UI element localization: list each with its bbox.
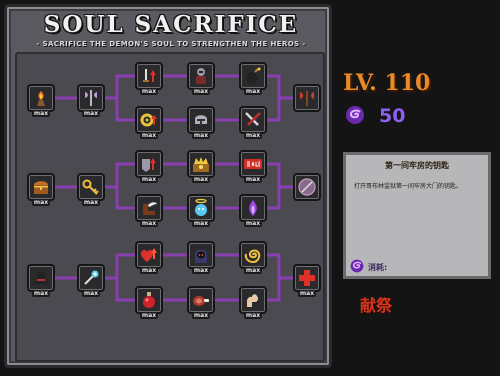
skill-node-armored-knight[interactable]: max: [187, 62, 215, 95]
skill-node-bomb[interactable]: max: [239, 62, 267, 95]
golden-key-icon: [82, 179, 99, 195]
node-badge: max: [139, 176, 159, 183]
node-badge: max: [191, 312, 211, 319]
soul-counter: 50: [343, 104, 463, 128]
node-badge: max: [139, 312, 159, 319]
skill-node-armor-up[interactable]: max: [135, 150, 163, 183]
node-badge: max: [139, 220, 159, 227]
skill-node-treasure-chest[interactable]: max: [27, 173, 55, 206]
armored-knight-icon: [196, 68, 206, 84]
sacrifice-button[interactable]: 献祭: [360, 292, 392, 316]
panel-subtitle: - SACRIFICE THE DEMON'S SOUL TO STRENGTH…: [36, 40, 306, 48]
purple-flame-icon: [249, 200, 257, 216]
skill-tree-area: max max max max max max max max max max …: [15, 52, 325, 362]
node-badge: max: [191, 267, 211, 274]
heart-up-icon: [141, 248, 157, 262]
skill-node-strong-arm[interactable]: max: [239, 286, 267, 319]
sword-up-icon: [143, 69, 156, 82]
gold-crown-icon: [193, 157, 209, 172]
skill-node-magic-wand[interactable]: max: [77, 264, 105, 297]
node-badge: max: [191, 176, 211, 183]
purple-soul-icon: [346, 106, 364, 124]
node-badge: max: [81, 290, 101, 297]
skill-node-helmet[interactable]: max: [187, 106, 215, 139]
skill-node-winged-boot[interactable]: max: [135, 194, 163, 227]
yellow-spiral-icon: [244, 249, 261, 264]
gear-up-icon: [140, 113, 157, 127]
double-axe-icon: [85, 90, 97, 106]
cost-label: 消耗:: [368, 263, 388, 272]
node-badge: max: [243, 312, 263, 319]
strong-arm-icon: [247, 294, 259, 307]
node-badge: max: [191, 88, 211, 95]
skill-node-golden-key[interactable]: max: [77, 173, 105, 206]
meat-icon: [193, 296, 209, 306]
purple-soul-icon: [350, 259, 364, 273]
skill-node-double-axe[interactable]: max: [77, 84, 105, 117]
skill-node-battle-axe[interactable]: [293, 84, 321, 112]
node-badge: max: [81, 199, 101, 206]
skill-node-yellow-spiral[interactable]: max: [239, 241, 267, 274]
bomb-icon: [246, 67, 261, 84]
node-badge: max: [139, 267, 159, 274]
treasure-chest-icon: [34, 181, 48, 194]
skill-node-gear-up[interactable]: max: [135, 106, 163, 139]
node-badge: max: [191, 132, 211, 139]
node-badge: max: [243, 88, 263, 95]
skill-links: [53, 74, 295, 302]
skill-node-round-shield[interactable]: [293, 173, 321, 201]
soul-count: 50: [379, 105, 406, 127]
skill-node-purple-flame[interactable]: max: [239, 194, 267, 227]
red-cross-icon: [299, 270, 315, 286]
skill-node-hooded-ghoul[interactable]: max: [187, 241, 215, 274]
skill-node-red-cross[interactable]: max: [293, 264, 321, 297]
item-description: 打开哥布林监狱第一间牢房大门的钥匙。: [354, 183, 463, 190]
player-level: LV. 110: [343, 70, 431, 96]
node-badge: max: [243, 220, 263, 227]
node-badge: max: [81, 110, 101, 117]
skill-node-gold-crown[interactable]: max: [187, 150, 215, 183]
skill-node-sale-sign[interactable]: max: [239, 150, 267, 183]
sale-sign-icon: [244, 159, 262, 169]
battle-axe-icon: [300, 91, 314, 106]
skill-node-angel-soul[interactable]: max: [187, 194, 215, 227]
skill-node-top-hat[interactable]: max: [27, 264, 55, 297]
skill-node-crossed-blades[interactable]: max: [239, 106, 267, 139]
skill-node-meat[interactable]: max: [187, 286, 215, 319]
item-title: 第一间牢房的钥匙: [385, 161, 449, 170]
red-potion-icon: [143, 292, 155, 308]
node-badge: max: [139, 88, 159, 95]
winged-boot-icon: [143, 202, 157, 215]
brazier-icon: [37, 91, 45, 106]
angel-soul-icon: [195, 198, 207, 216]
helmet-icon: [195, 115, 207, 125]
hooded-ghoul-icon: [195, 249, 207, 263]
node-badge: max: [297, 290, 317, 297]
node-badge: max: [191, 220, 211, 227]
crossed-blades-icon: [245, 112, 261, 126]
node-badge: max: [31, 110, 51, 117]
armor-up-icon: [142, 158, 156, 172]
soul-sacrifice-panel: SOUL SACRIFICE - SACRIFICE THE DEMON'S S…: [4, 4, 332, 368]
item-info-box: 第一间牢房的钥匙 打开哥布林监狱第一间牢房大门的钥匙。 消耗:: [343, 152, 491, 279]
skill-node-heart-up[interactable]: max: [135, 241, 163, 274]
node-badge: max: [139, 132, 159, 139]
node-badge: max: [243, 176, 263, 183]
node-badge: max: [243, 267, 263, 274]
node-badge: max: [243, 132, 263, 139]
skill-node-brazier[interactable]: max: [27, 84, 55, 117]
magic-wand-icon: [84, 270, 99, 285]
round-shield-icon: [298, 178, 316, 196]
node-badge: max: [31, 290, 51, 297]
panel-title: SOUL SACRIFICE: [43, 11, 299, 38]
skill-node-red-potion[interactable]: max: [135, 286, 163, 319]
skill-node-sword-up[interactable]: max: [135, 62, 163, 95]
node-badge: max: [31, 199, 51, 206]
top-hat-icon: [33, 272, 49, 284]
